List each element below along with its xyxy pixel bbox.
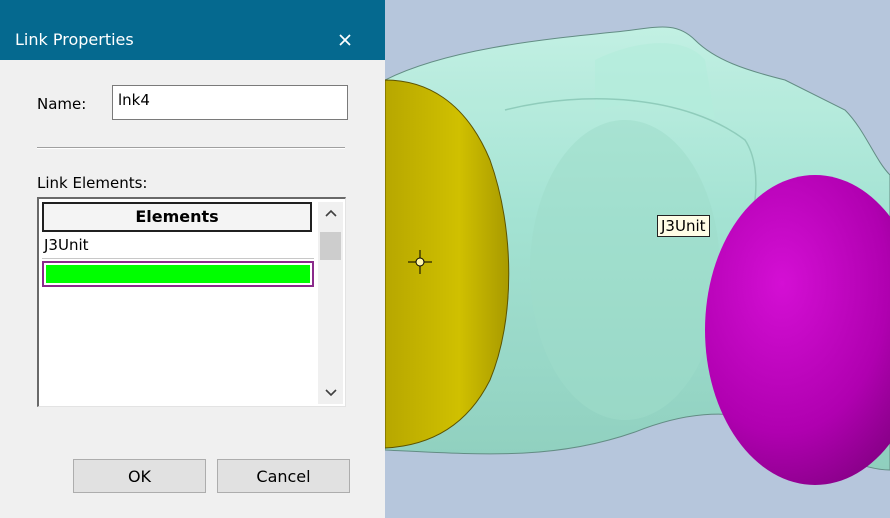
name-input[interactable]: lnk4	[112, 85, 348, 120]
chevron-down-icon	[324, 389, 337, 397]
link-elements-label: Link Elements:	[37, 174, 148, 192]
elements-grid[interactable]: Elements J3Unit	[37, 197, 346, 407]
3d-viewport[interactable]: J3Unit	[385, 0, 890, 518]
close-button[interactable]	[326, 26, 364, 54]
name-label: Name:	[37, 95, 87, 113]
close-icon	[339, 34, 351, 46]
element-tooltip: J3Unit	[657, 215, 710, 237]
scroll-up-button[interactable]	[318, 202, 343, 224]
ok-button[interactable]: OK	[73, 459, 206, 493]
divider	[37, 147, 345, 149]
chevron-up-icon	[324, 209, 337, 217]
inner-shell	[530, 120, 720, 420]
link-properties-dialog: Link Properties Name: lnk4 Link Elements…	[0, 0, 385, 518]
grid-row-j3unit[interactable]: J3Unit	[42, 233, 314, 259]
scroll-down-button[interactable]	[318, 382, 343, 404]
grid-scrollbar[interactable]	[318, 202, 343, 404]
dialog-title: Link Properties	[15, 30, 134, 49]
new-row-cell[interactable]	[46, 265, 310, 283]
dialog-titlebar[interactable]: Link Properties	[0, 0, 385, 60]
cancel-button[interactable]: Cancel	[217, 459, 350, 493]
grid-row-new[interactable]	[42, 261, 314, 287]
robot-link-model[interactable]	[385, 0, 890, 518]
scroll-thumb[interactable]	[320, 232, 341, 260]
elements-column-header[interactable]: Elements	[42, 202, 312, 232]
